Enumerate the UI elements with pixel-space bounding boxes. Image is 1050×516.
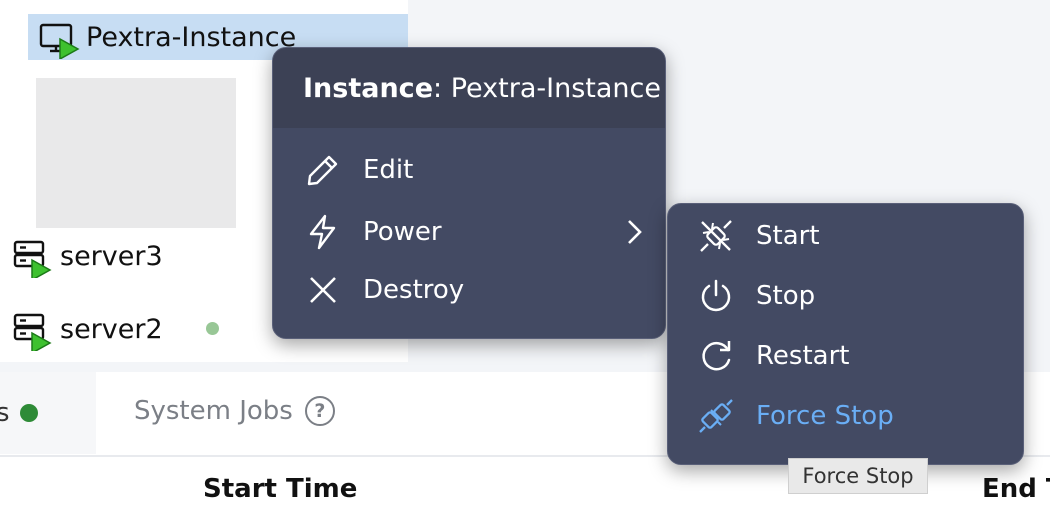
x-icon xyxy=(305,272,341,308)
power-icon xyxy=(698,278,734,314)
menu-item-label: Destroy xyxy=(363,275,465,305)
lightning-icon xyxy=(305,214,341,250)
power-submenu: Start Stop Restart Force Stop xyxy=(667,203,1024,465)
tree-item-label: server2 xyxy=(60,313,163,345)
tab-tasks[interactable]: s xyxy=(0,372,96,454)
restart-icon xyxy=(698,338,734,374)
server-play-icon xyxy=(12,309,52,355)
tab-label: System Jobs xyxy=(134,396,293,426)
app-root: Pextra-Instance server3 server2 s System… xyxy=(0,0,1050,516)
context-menu-header: Instance: Pextra-Instance xyxy=(273,48,665,128)
tree-item-label: Pextra-Instance xyxy=(86,21,297,53)
menu-item-restart[interactable]: Restart xyxy=(668,328,1023,384)
status-dot xyxy=(19,404,38,422)
status-dot xyxy=(206,322,219,335)
plug-disconnected-icon xyxy=(698,398,734,434)
menu-item-label: Start xyxy=(756,221,820,251)
monitor-play-icon xyxy=(38,17,80,61)
column-header-start-time[interactable]: Start Time xyxy=(203,474,357,504)
menu-item-label: Edit xyxy=(363,155,414,185)
header-prefix: Instance xyxy=(303,72,434,104)
tree-empty-area xyxy=(36,78,236,228)
menu-item-label: Restart xyxy=(756,341,850,371)
menu-item-power[interactable]: Power xyxy=(273,204,665,260)
column-header-end-time[interactable]: End T xyxy=(982,474,1050,504)
tree-item-label: server3 xyxy=(60,240,163,272)
menu-item-force-stop[interactable]: Force Stop xyxy=(668,388,1023,444)
context-menu: Instance: Pextra-Instance Edit Power Des… xyxy=(272,47,666,339)
help-icon[interactable]: ? xyxy=(304,396,335,426)
menu-item-label: Power xyxy=(363,217,442,247)
tab-system-jobs[interactable]: System Jobs ? xyxy=(134,396,335,426)
pencil-icon xyxy=(305,152,341,188)
menu-item-edit[interactable]: Edit xyxy=(273,142,665,198)
plug-connected-icon xyxy=(698,218,734,254)
menu-item-start[interactable]: Start xyxy=(668,208,1023,264)
header-separator: : xyxy=(433,72,443,104)
header-instance-name: Pextra-Instance xyxy=(450,72,661,104)
chevron-right-icon xyxy=(625,218,643,253)
menu-item-label: Stop xyxy=(756,281,816,311)
menu-item-stop[interactable]: Stop xyxy=(668,268,1023,324)
tooltip: Force Stop xyxy=(788,458,928,494)
server-play-icon xyxy=(12,236,52,282)
menu-item-label: Force Stop xyxy=(756,401,894,431)
tab-label: s xyxy=(0,398,10,428)
menu-item-destroy[interactable]: Destroy xyxy=(273,262,665,318)
